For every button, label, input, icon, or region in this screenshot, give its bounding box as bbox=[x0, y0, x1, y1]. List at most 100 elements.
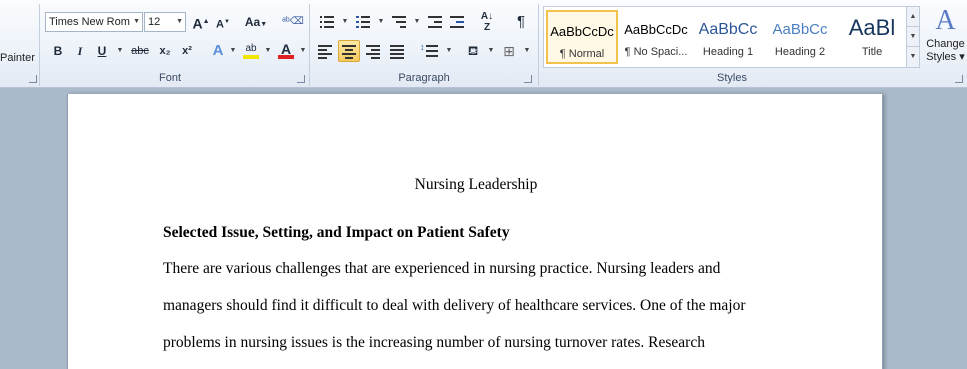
clear-formatting-icon: ᵃᵇ⌫ bbox=[282, 16, 304, 27]
style-heading-2[interactable]: AaBbCc Heading 2 bbox=[764, 10, 836, 64]
font-size-combo[interactable]: 12 ▼ bbox=[144, 12, 186, 32]
bold-icon: B bbox=[53, 44, 63, 58]
italic-button[interactable]: I bbox=[69, 40, 91, 62]
style-sample: AaBbCcDc bbox=[550, 24, 614, 39]
decrease-indent-icon bbox=[428, 16, 442, 28]
font-name-value: Times New Rom bbox=[49, 16, 130, 28]
format-painter-button[interactable]: Painter bbox=[0, 52, 35, 64]
sort-icon: A↓ Z bbox=[480, 11, 494, 33]
font-size-value: 12 bbox=[148, 16, 161, 28]
style-title[interactable]: AaBl Title bbox=[836, 10, 908, 64]
font-dialog-launcher[interactable] bbox=[297, 75, 305, 83]
bullets-icon bbox=[320, 16, 334, 28]
scroll-down-icon[interactable]: ▼ bbox=[907, 27, 919, 47]
decrease-indent-button[interactable] bbox=[424, 11, 446, 33]
multilevel-list-dropdown[interactable]: ▼ bbox=[410, 11, 424, 33]
document-title: Nursing Leadership bbox=[414, 176, 538, 193]
style-name: Title bbox=[861, 46, 883, 58]
change-styles-label: Styles ▾ bbox=[926, 51, 965, 63]
highlight-color-bar bbox=[243, 55, 259, 59]
grow-font-button[interactable]: A▲ bbox=[190, 11, 212, 33]
strikethrough-icon: abc bbox=[131, 45, 149, 57]
styles-gallery-scroller: ▲ ▼ ▼ bbox=[906, 6, 920, 68]
clear-formatting-button[interactable]: ᵃᵇ⌫ bbox=[282, 11, 304, 33]
bullets-dropdown[interactable]: ▼ bbox=[338, 11, 352, 33]
style-heading-1[interactable]: AaBbCc Heading 1 bbox=[692, 10, 764, 64]
superscript-icon: x² bbox=[182, 45, 192, 57]
shading-button[interactable]: ⛾ bbox=[462, 40, 484, 62]
clipboard-dialog-launcher[interactable] bbox=[29, 75, 37, 83]
ribbon: Painter Times New Rom ▼ 12 ▼ A▲ A▼ Aa▼ ᵃ… bbox=[0, 0, 967, 88]
style-sample: AaBbCc bbox=[698, 21, 758, 38]
styles-gallery: AaBbCcDc ¶ Normal AaBbCcDc ¶ No Spaci...… bbox=[543, 6, 909, 68]
increase-indent-button[interactable] bbox=[446, 11, 468, 33]
borders-icon: ⊞ bbox=[503, 43, 515, 59]
strikethrough-button[interactable]: abc bbox=[127, 40, 153, 62]
paragraph-line: managers should find it difficult to dea… bbox=[163, 297, 746, 314]
numbering-dropdown[interactable]: ▼ bbox=[374, 11, 388, 33]
shading-dropdown[interactable]: ▼ bbox=[484, 40, 498, 62]
highlight-button[interactable]: ab bbox=[240, 38, 262, 60]
paragraph-dialog-launcher[interactable] bbox=[524, 75, 532, 83]
section-heading: Selected Issue, Setting, and Impact on P… bbox=[163, 224, 510, 241]
style-name: Heading 1 bbox=[702, 46, 754, 58]
highlight-dropdown[interactable]: ▼ bbox=[261, 40, 275, 62]
align-center-icon bbox=[342, 45, 356, 59]
text-effects-icon: A bbox=[212, 42, 224, 59]
paragraph-line: There are various challenges that are ex… bbox=[163, 260, 721, 277]
scroll-up-icon[interactable]: ▲ bbox=[907, 7, 919, 27]
underline-dropdown[interactable]: ▼ bbox=[113, 40, 127, 62]
change-case-button[interactable]: Aa▼ bbox=[241, 11, 271, 33]
style-name: ¶ No Spaci... bbox=[624, 46, 688, 58]
shrink-font-button[interactable]: A▼ bbox=[212, 11, 234, 33]
show-marks-button[interactable]: ¶ bbox=[510, 11, 532, 33]
font-name-combo[interactable]: Times New Rom ▼ bbox=[45, 12, 143, 32]
highlight-icon: ab bbox=[245, 43, 257, 54]
bullets-button[interactable] bbox=[316, 11, 338, 33]
change-styles-icon: A bbox=[935, 5, 956, 36]
font-color-button[interactable]: A bbox=[275, 38, 297, 60]
align-left-icon bbox=[318, 45, 332, 59]
bold-button[interactable]: B bbox=[47, 40, 69, 62]
styles-dialog-launcher[interactable] bbox=[955, 75, 963, 83]
style-normal[interactable]: AaBbCcDc ¶ Normal bbox=[546, 10, 618, 64]
borders-dropdown[interactable]: ▼ bbox=[520, 40, 534, 62]
style-no-spacing[interactable]: AaBbCcDc ¶ No Spaci... bbox=[620, 10, 692, 64]
justify-icon bbox=[390, 45, 404, 59]
align-left-button[interactable] bbox=[314, 40, 336, 62]
align-right-button[interactable] bbox=[362, 40, 384, 62]
italic-icon: I bbox=[77, 44, 83, 58]
increase-indent-icon bbox=[450, 16, 464, 28]
group-separator bbox=[538, 4, 539, 86]
style-name: Heading 2 bbox=[774, 46, 826, 58]
line-spacing-icon bbox=[426, 45, 440, 57]
subscript-button[interactable]: x₂ bbox=[154, 40, 176, 62]
superscript-button[interactable]: x² bbox=[176, 40, 198, 62]
style-sample: AaBbCcDc bbox=[624, 22, 688, 37]
underline-button[interactable]: U bbox=[91, 40, 113, 62]
shading-bucket-icon: ⛾ bbox=[467, 43, 479, 58]
subscript-icon: x₂ bbox=[159, 45, 171, 57]
change-styles-label: Change bbox=[926, 38, 965, 50]
line-spacing-dropdown[interactable]: ▼ bbox=[442, 40, 456, 62]
styles-group-label: Styles bbox=[717, 72, 747, 84]
multilevel-list-icon bbox=[392, 16, 406, 28]
align-center-button[interactable] bbox=[338, 40, 360, 62]
document-page[interactable]: Nursing Leadership Selected Issue, Setti… bbox=[67, 94, 883, 369]
line-spacing-button[interactable]: ↕ bbox=[420, 40, 442, 62]
justify-button[interactable] bbox=[386, 40, 408, 62]
multilevel-list-button[interactable] bbox=[388, 11, 410, 33]
pilcrow-icon: ¶ bbox=[516, 13, 526, 30]
change-styles-button[interactable]: A Change Styles ▾ bbox=[924, 4, 967, 70]
numbering-button[interactable] bbox=[352, 11, 374, 33]
chevron-down-icon: ▼ bbox=[133, 18, 140, 25]
text-effects-dropdown[interactable]: ▼ bbox=[226, 40, 240, 62]
change-case-icon: Aa bbox=[244, 15, 261, 29]
grow-font-icon: A bbox=[192, 15, 203, 32]
underline-icon: U bbox=[97, 44, 107, 58]
borders-button[interactable]: ⊞ bbox=[498, 40, 520, 62]
numbering-icon bbox=[356, 16, 370, 28]
sort-button[interactable]: A↓ Z bbox=[476, 11, 498, 33]
more-styles-icon[interactable]: ▼ bbox=[907, 47, 919, 67]
font-color-dropdown[interactable]: ▼ bbox=[296, 40, 310, 62]
